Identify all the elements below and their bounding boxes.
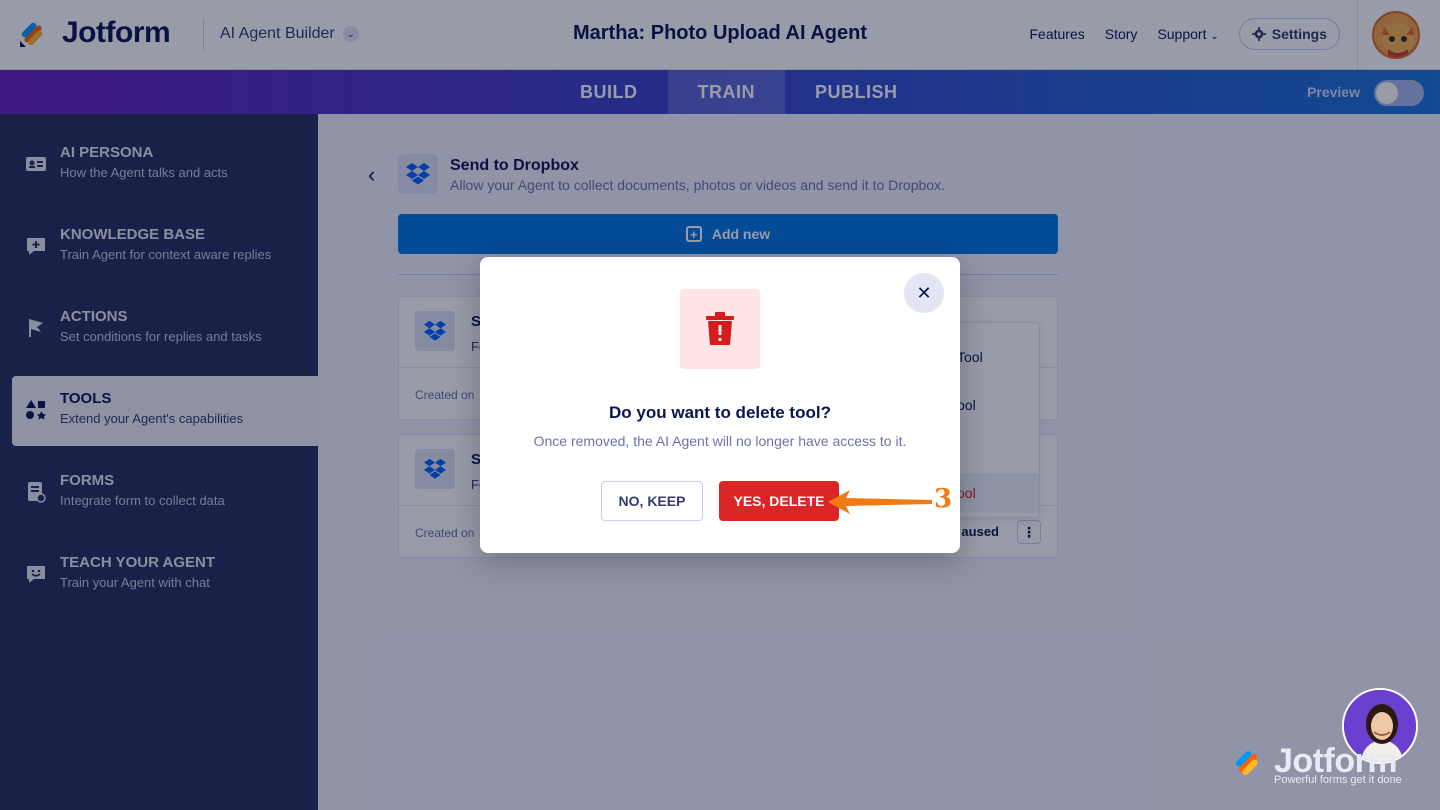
- close-icon: ✕: [916, 282, 932, 303]
- no-keep-button[interactable]: NO, KEEP: [601, 481, 703, 521]
- dialog-subtitle: Once removed, the AI Agent will no longe…: [533, 433, 907, 449]
- close-button[interactable]: ✕: [904, 273, 944, 313]
- watermark-tagline: Powerful forms get it done: [1274, 774, 1402, 786]
- annotation-step-number: 3: [934, 484, 953, 514]
- jotform-logo-icon: [1235, 750, 1258, 775]
- trash-icon-container: [680, 289, 760, 369]
- trash-icon: [706, 312, 734, 345]
- dialog-title: Do you want to delete tool?: [609, 403, 831, 422]
